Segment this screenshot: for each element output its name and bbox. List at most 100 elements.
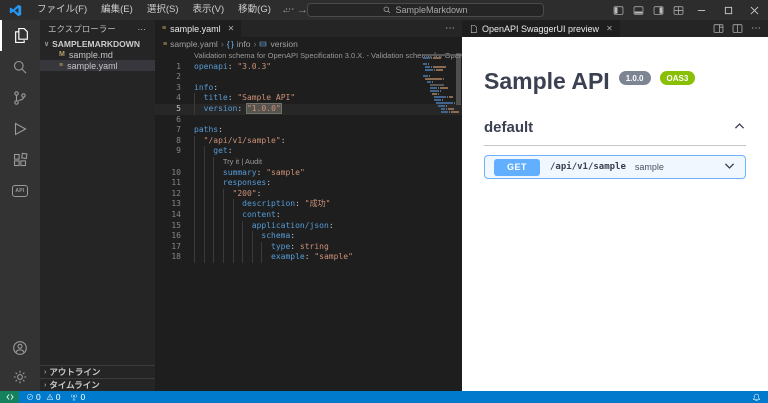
code-line[interactable]: 5 version: "1.0.0"	[155, 103, 462, 115]
code-line[interactable]: 2	[155, 72, 462, 83]
indent-guide	[194, 241, 204, 253]
run-debug-icon[interactable]	[0, 113, 40, 144]
indent-guide	[261, 241, 271, 253]
search-icon	[384, 6, 391, 14]
code-line[interactable]: 11 responses:	[155, 178, 462, 189]
tab-swagger-preview[interactable]: OpenAPI SwaggerUI preview ✕	[462, 20, 620, 37]
minimap-line	[423, 102, 456, 104]
explorer-icon[interactable]	[0, 20, 40, 51]
preview-more-actions-icon[interactable]: ⋯	[751, 23, 761, 34]
minimap-line	[423, 90, 453, 92]
close-tab-icon[interactable]: ✕	[228, 24, 235, 33]
maximize-button[interactable]	[715, 0, 742, 20]
api-version-badge: 1.0.0	[618, 71, 651, 85]
file-row-sample.md[interactable]: Msample.md	[40, 49, 155, 60]
minimap-seg	[429, 84, 445, 86]
minimap-line	[423, 84, 453, 86]
codelens-row[interactable]: Try it | Audit	[155, 156, 462, 168]
tab-sample-yaml[interactable]: ≡ sample.yaml ✕	[155, 20, 242, 37]
breadcrumb-info[interactable]: info	[237, 39, 251, 49]
account-icon[interactable]	[0, 332, 40, 363]
code-line[interactable]: 6	[155, 115, 462, 126]
codelens-text[interactable]: Try it | Audit	[223, 157, 262, 166]
explorer-more-actions-icon[interactable]: ⋯	[138, 24, 148, 35]
split-editor-icon[interactable]	[732, 23, 743, 34]
minimap-seg	[425, 78, 442, 80]
code-line[interactable]: 1 openapi: "3.0.3"	[155, 62, 462, 73]
breadcrumb-file[interactable]: sample.yaml	[170, 39, 218, 49]
api-section-title: default	[484, 119, 534, 136]
openapi-extension-icon[interactable]: API	[0, 175, 40, 206]
code-line[interactable]: 7 paths:	[155, 125, 462, 136]
problems-indicator[interactable]: 0 0	[26, 392, 60, 402]
code-text: version: "1.0.0"	[181, 103, 281, 115]
token: "200"	[232, 188, 257, 198]
token: :	[295, 199, 305, 209]
close-button[interactable]	[741, 0, 768, 20]
menu-item[interactable]: 選択(S)	[140, 0, 186, 20]
code-line[interactable]: 15 application/json:	[155, 220, 462, 232]
scrollbar-thumb[interactable]	[456, 53, 461, 105]
code-line[interactable]: 18 example: "sample"	[155, 252, 462, 263]
close-tab-icon[interactable]: ✕	[606, 24, 613, 33]
editor-scrollbar[interactable]	[454, 51, 462, 391]
toggle-panel-icon[interactable]	[633, 5, 644, 16]
breadcrumb-version[interactable]: version	[270, 39, 297, 49]
api-operation-row[interactable]: GET /api/v1/sample sample	[484, 155, 746, 179]
minimize-button[interactable]	[688, 0, 715, 20]
menu-item[interactable]: 移動(G)	[231, 0, 278, 20]
code-line[interactable]: 12 "200":	[155, 188, 462, 200]
minimap-line	[423, 54, 462, 56]
indent-guide	[222, 252, 233, 263]
code-line[interactable]: 8 "/api/v1/sample":	[155, 135, 462, 147]
nav-back-icon[interactable]: ←	[281, 3, 292, 17]
minimap-pad	[423, 102, 436, 104]
indent-guide	[203, 178, 214, 189]
error-count: 0	[36, 392, 41, 402]
code-line[interactable]: 17 type: string	[155, 241, 462, 253]
command-center-search[interactable]: SampleMarkdown	[307, 3, 544, 17]
line-number: 12	[171, 188, 181, 198]
code-line[interactable]: 9 get:	[155, 146, 462, 157]
toggle-layout-icon[interactable]	[713, 23, 724, 34]
extensions-icon[interactable]	[0, 144, 40, 175]
remote-indicator[interactable]	[0, 391, 19, 403]
settings-gear-icon[interactable]	[0, 363, 40, 391]
editor-tab-bar: ≡ sample.yaml ✕ ⋯	[155, 20, 462, 37]
expand-operation-icon[interactable]	[723, 159, 736, 175]
code-line[interactable]: 10 summary: "sample"	[155, 167, 462, 179]
code-editor[interactable]: Validation schema for OpenAPI Specificat…	[155, 51, 462, 391]
code-line[interactable]: 13 description: "成功"	[155, 199, 462, 210]
workspace-root-folder[interactable]: ∨ SAMPLEMARKDOWN	[40, 38, 155, 49]
codelens-text[interactable]: Validation schema for OpenAPI Specificat…	[194, 51, 462, 60]
toggle-sidebar-icon[interactable]	[613, 5, 624, 16]
code-line[interactable]: 14 content:	[155, 209, 462, 221]
minimap[interactable]	[423, 54, 462, 114]
minimap-pad	[423, 99, 434, 101]
codelens-row[interactable]: Validation schema for OpenAPI Specificat…	[155, 51, 462, 62]
sidebar-section-タイムライン[interactable]: › タイムライン	[40, 378, 155, 391]
editor-more-actions-icon[interactable]: ⋯	[445, 23, 455, 34]
toggle-secondary-sidebar-icon[interactable]	[653, 5, 664, 16]
notifications-bell-icon[interactable]	[752, 393, 761, 402]
api-section-header[interactable]: default	[484, 119, 746, 146]
code-line[interactable]: 16 schema:	[155, 231, 462, 242]
token: :	[237, 103, 247, 113]
customize-layout-icon[interactable]	[673, 5, 684, 16]
code-line[interactable]: 3 info:	[155, 83, 462, 94]
minimap-line	[423, 96, 453, 98]
code-text: content:	[181, 209, 281, 221]
menu-item[interactable]: 表示(V)	[185, 0, 231, 20]
minimap-seg	[431, 57, 433, 59]
search-view-icon[interactable]	[0, 51, 40, 82]
source-control-icon[interactable]	[0, 82, 40, 113]
sidebar-section-アウトライン[interactable]: › アウトライン	[40, 365, 155, 378]
code-line[interactable]: 4 title: "Sample API"	[155, 93, 462, 104]
file-row-sample.yaml[interactable]: ≡ sample.yaml	[40, 60, 155, 71]
menu-item[interactable]: ファイル(F)	[30, 0, 94, 20]
collapse-section-icon[interactable]	[733, 120, 746, 136]
minimap-line	[423, 75, 453, 77]
ports-indicator[interactable]: 0	[70, 392, 85, 402]
explorer-title: エクスプローラー	[48, 24, 116, 34]
menu-item[interactable]: 編集(E)	[94, 0, 140, 20]
